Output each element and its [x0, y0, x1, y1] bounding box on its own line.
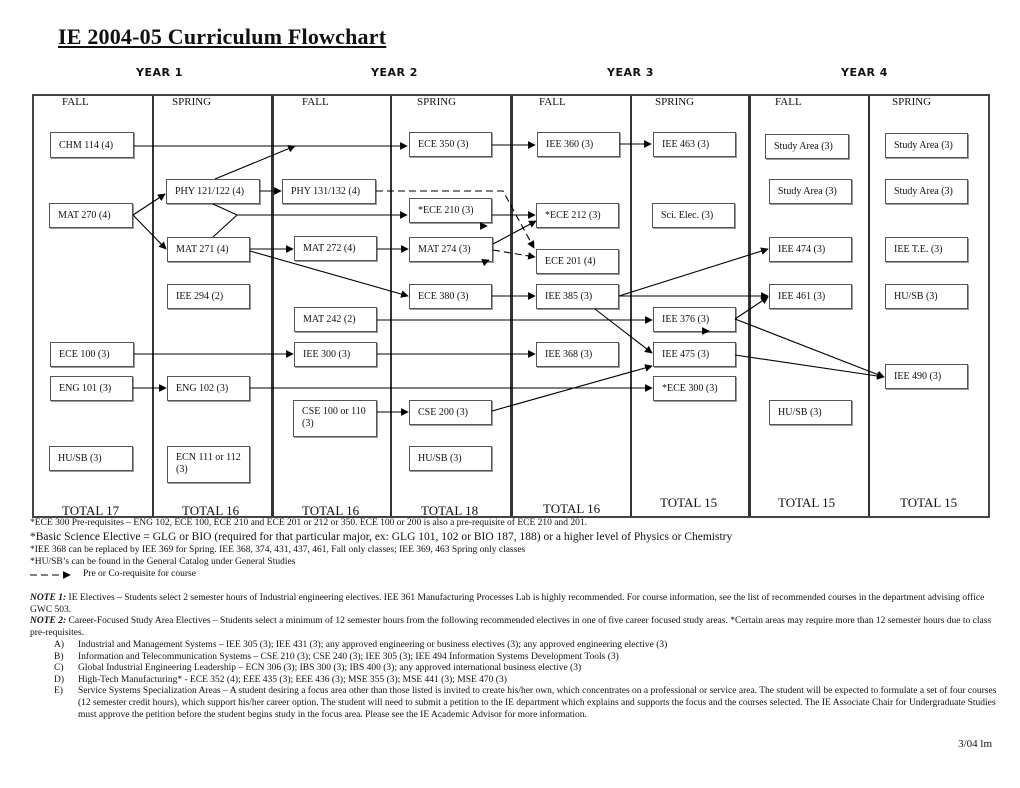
course-mat-270[interactable]: MAT 270 (4) [49, 203, 133, 228]
total-y3-spring: TOTAL 15 [660, 495, 718, 510]
course-iee-368[interactable]: IEE 368 (3) [536, 342, 619, 367]
semester-y4-fall: FALL [775, 96, 802, 108]
study-area-label: C) [54, 663, 64, 674]
semester-y2-fall: FALL [302, 96, 329, 108]
course-husb-y1-fall[interactable]: HU/SB (3) [49, 446, 133, 471]
course-eng-101[interactable]: ENG 101 (3) [50, 376, 133, 401]
course-mat-274[interactable]: MAT 274 (3) [409, 237, 493, 262]
study-area-text: Information and Telecommunication System… [78, 651, 619, 662]
column-divider [630, 96, 632, 516]
year-4-heading: YEAR 4 [841, 66, 888, 79]
course-iee-461[interactable]: IEE 461 (3) [769, 284, 852, 309]
footnote-husb: *HU/SB’s can be found in the General Cat… [30, 557, 296, 567]
study-area-item: D) High-Tech Manufacturing* - ECE 352 (4)… [54, 675, 999, 687]
course-study-area-1[interactable]: Study Area (3) [765, 134, 849, 159]
total-y1-spring: TOTAL 16 [182, 503, 240, 518]
semester-y4-spring: SPRING [892, 96, 932, 108]
study-area-list: A) Industrial and Management Systems – IE… [54, 640, 999, 721]
legend-label: Pre or Co-requisite for course [83, 569, 196, 579]
course-ece-380[interactable]: ECE 380 (3) [409, 284, 492, 309]
course-study-area-3[interactable]: Study Area (3) [885, 133, 968, 158]
footnote-iee368: *IEE 368 can be replaced by IEE 369 for … [30, 545, 526, 555]
course-iee-te[interactable]: IEE T.E. (3) [885, 237, 968, 262]
total-y1-fall: TOTAL 17 [62, 503, 120, 518]
year-1-heading: YEAR 1 [136, 66, 183, 79]
course-husb-y4-fall[interactable]: HU/SB (3) [769, 400, 852, 425]
course-ece-350[interactable]: ECE 350 (3) [409, 132, 492, 157]
study-area-item: E) Service Systems Specialization Areas –… [54, 686, 999, 721]
total-y4-fall: TOTAL 15 [778, 495, 836, 510]
semester-y1-spring: SPRING [172, 96, 212, 108]
course-husb-y4-spring[interactable]: HU/SB (3) [885, 284, 968, 309]
footnote-ece300: *ECE 300 Pre-requisites – ENG 102, ECE 1… [30, 518, 587, 528]
course-iee-490[interactable]: IEE 490 (3) [885, 364, 968, 389]
course-iee-475[interactable]: IEE 475 (3) [653, 342, 736, 367]
study-area-text: High-Tech Manufacturing* - ECE 352 (4); … [78, 674, 507, 685]
study-area-item: B) Information and Telecommunication Syst… [54, 652, 999, 664]
semester-y3-spring: SPRING [655, 96, 695, 108]
revision-footer: 3/04 lm [958, 738, 992, 750]
course-mat-271[interactable]: MAT 271 (4) [167, 237, 250, 262]
course-chm-114[interactable]: CHM 114 (4) [50, 132, 134, 158]
course-iee-463[interactable]: IEE 463 (3) [653, 132, 736, 157]
total-y3-fall: TOTAL 16 [543, 501, 601, 516]
course-iee-300[interactable]: IEE 300 (3) [294, 342, 377, 367]
course-iee-385[interactable]: IEE 385 (3) [536, 284, 619, 309]
year-3-heading: YEAR 3 [607, 66, 654, 79]
course-ece-212[interactable]: *ECE 212 (3) [536, 203, 619, 228]
note-2-label: NOTE 2: [30, 616, 67, 626]
course-cse-100-110[interactable]: CSE 100 or 110 (3) [293, 400, 377, 437]
course-iee-360[interactable]: IEE 360 (3) [537, 132, 620, 157]
course-ece-201[interactable]: ECE 201 (4) [536, 249, 619, 274]
study-area-label: E) [54, 686, 63, 697]
note-1-label: NOTE 1: [30, 593, 67, 603]
column-divider [748, 96, 751, 516]
study-area-label: D) [54, 674, 65, 685]
column-divider [868, 96, 870, 516]
column-divider [510, 96, 513, 516]
note-1: NOTE 1: IE Electives – Students select 2… [30, 593, 1005, 616]
note-1-text: IE Electives – Students select 2 semeste… [30, 593, 985, 615]
course-husb-y2-spring[interactable]: HU/SB (3) [409, 446, 492, 471]
study-area-text: Service Systems Specialization Areas – A… [78, 686, 997, 720]
semester-y1-fall: FALL [62, 96, 89, 108]
semester-y2-spring: SPRING [417, 96, 457, 108]
page-title: IE 2004-05 Curriculum Flowchart [58, 24, 387, 49]
course-iee-376[interactable]: IEE 376 (3) [653, 307, 736, 332]
column-divider [271, 96, 274, 516]
course-mat-242[interactable]: MAT 242 (2) [294, 307, 377, 332]
course-ece-300[interactable]: *ECE 300 (3) [653, 376, 736, 401]
column-divider [152, 96, 154, 516]
total-y2-fall: TOTAL 16 [302, 503, 360, 518]
footnote-basic-science: *Basic Science Elective = GLG or BIO (re… [30, 531, 733, 543]
study-area-label: B) [54, 651, 64, 662]
course-sci-elec[interactable]: Sci. Elec. (3) [652, 203, 735, 228]
course-study-area-2[interactable]: Study Area (3) [769, 179, 852, 204]
study-area-text: Industrial and Management Systems – IEE … [78, 640, 668, 650]
study-area-item: A) Industrial and Management Systems – IE… [54, 640, 999, 652]
course-iee-294[interactable]: IEE 294 (2) [167, 284, 250, 309]
total-y2-spring: TOTAL 18 [421, 503, 479, 518]
total-y4-spring: TOTAL 15 [900, 495, 958, 510]
course-ece-100[interactable]: ECE 100 (3) [50, 342, 134, 367]
study-area-item: C) Global Industrial Engineering Leadersh… [54, 663, 999, 675]
course-phy-131-132[interactable]: PHY 131/132 (4) [282, 179, 376, 204]
course-study-area-4[interactable]: Study Area (3) [885, 179, 968, 204]
note-2: NOTE 2: Career-Focused Study Area Electi… [30, 616, 1005, 639]
year-2-heading: YEAR 2 [371, 66, 418, 79]
study-area-label: A) [54, 640, 65, 650]
column-divider [390, 96, 392, 516]
note-2-text: Career-Focused Study Area Electives – St… [30, 616, 992, 638]
course-ecn-111-112[interactable]: ECN 111 or 112 (3) [167, 446, 250, 483]
study-area-text: Global Industrial Engineering Leadership… [78, 663, 582, 674]
course-mat-272[interactable]: MAT 272 (4) [294, 236, 377, 261]
course-ece-210[interactable]: *ECE 210 (3) [409, 198, 492, 223]
semester-y3-fall: FALL [539, 96, 566, 108]
course-eng-102[interactable]: ENG 102 (3) [167, 376, 250, 401]
course-iee-474[interactable]: IEE 474 (3) [769, 237, 852, 262]
course-cse-200[interactable]: CSE 200 (3) [409, 400, 492, 425]
course-phy-121-122[interactable]: PHY 121/122 (4) [166, 179, 260, 204]
